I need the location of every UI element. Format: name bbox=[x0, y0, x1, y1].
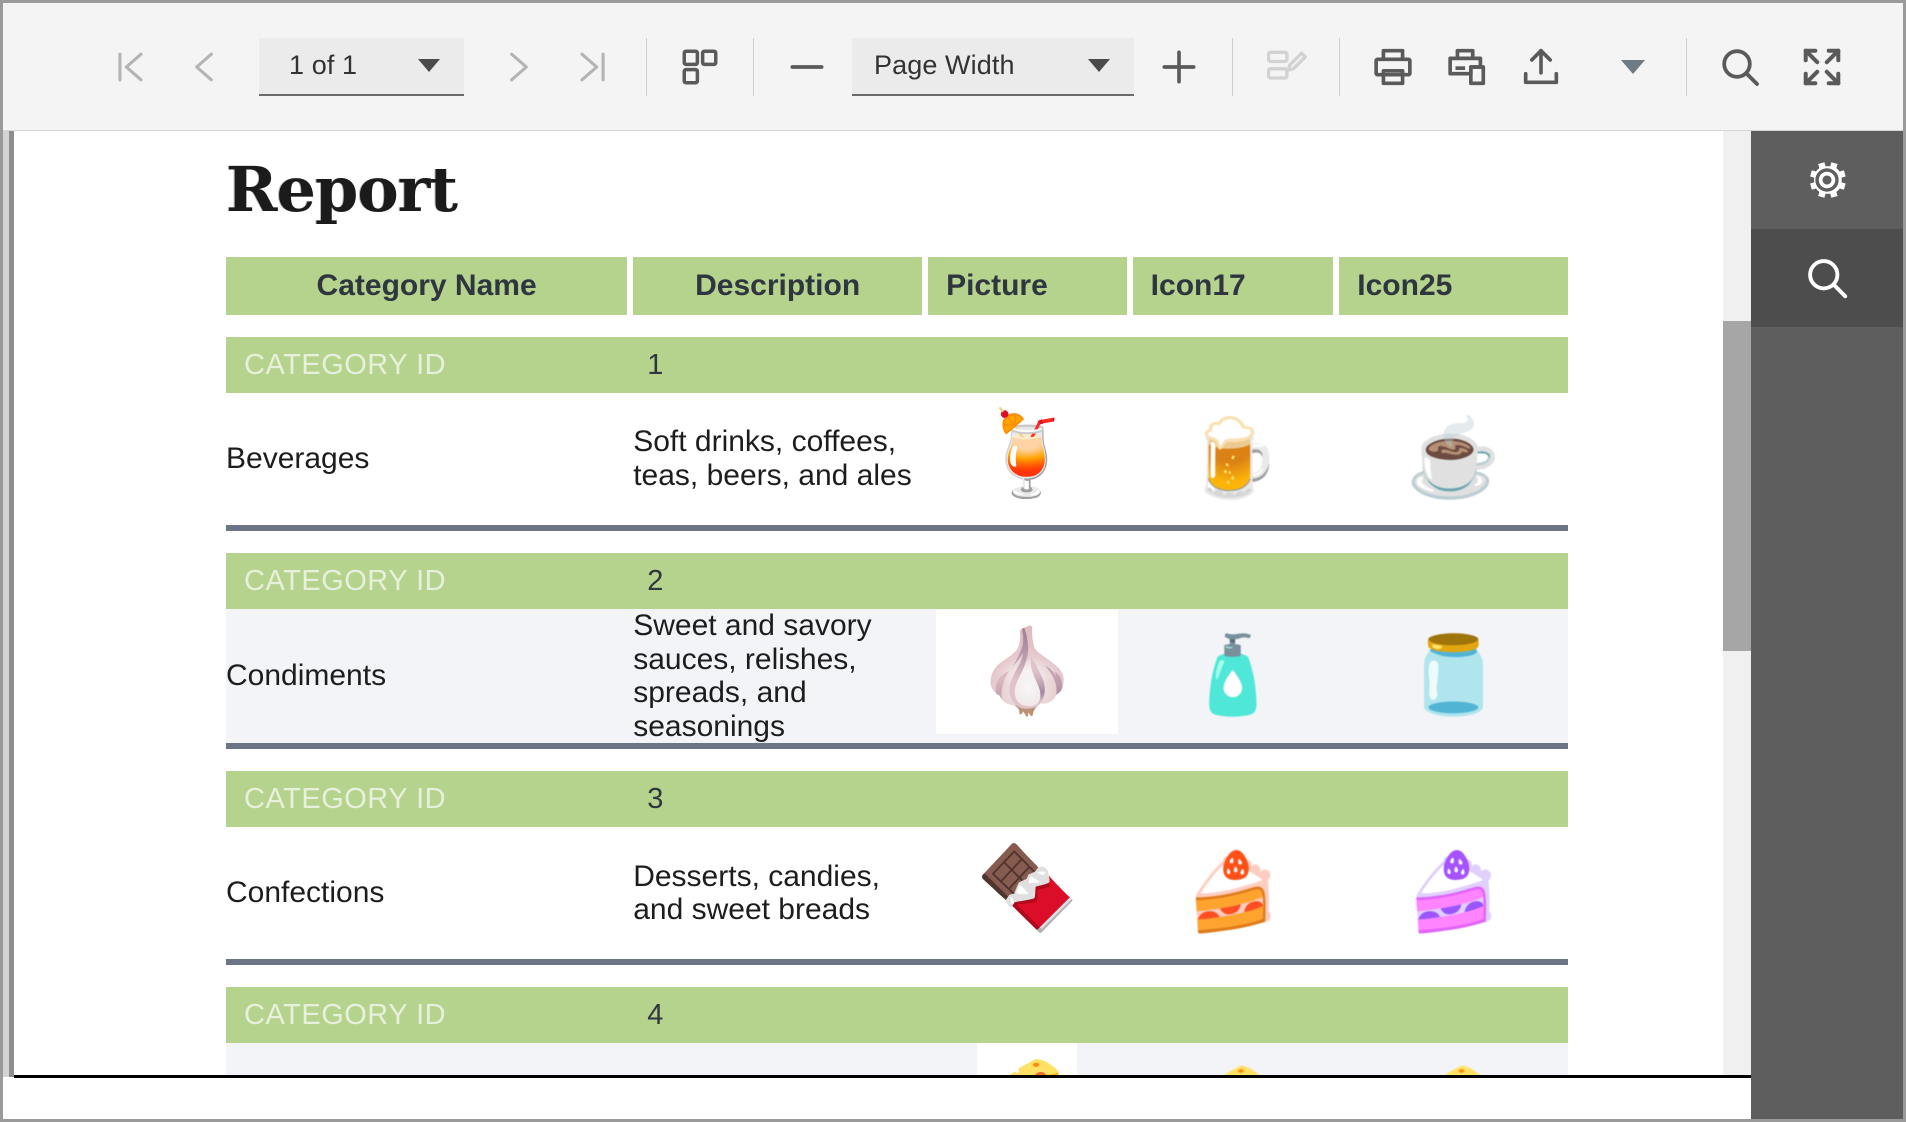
cell-category-name: Dairy Products bbox=[226, 1043, 628, 1077]
cell-icon25: ☕ bbox=[1339, 393, 1568, 525]
group-label: CATEGORY ID bbox=[226, 337, 628, 393]
right-sidebar bbox=[1751, 131, 1903, 1119]
cell-picture: 🍹 bbox=[928, 393, 1127, 525]
page-bottom-area bbox=[3, 1078, 1751, 1119]
mortar-pestle-photo: 🧄 bbox=[936, 610, 1119, 735]
cell-category-name: Condiments bbox=[226, 609, 628, 744]
cell-icon17: 🧴 bbox=[1132, 609, 1334, 744]
cell-category-name: Confections bbox=[226, 827, 628, 960]
column-header-icon17: Icon17 bbox=[1132, 257, 1334, 315]
document-viewport[interactable]: Report Category Name Description Picture… bbox=[14, 131, 1723, 1077]
group-row: CATEGORY ID 1 bbox=[226, 337, 1568, 393]
page-number-combobox[interactable]: 1 of 1 bbox=[259, 37, 464, 96]
print-page-button[interactable] bbox=[1430, 30, 1504, 104]
spice-rack-icon: 🫙 bbox=[1406, 633, 1501, 719]
truffles-glyph: 🍫 bbox=[976, 843, 1079, 935]
chevron-down-icon bbox=[1088, 59, 1110, 72]
group-label: CATEGORY ID bbox=[226, 987, 628, 1044]
cell-description: Desserts, candies, and sweet breads bbox=[633, 827, 923, 960]
cell-icon25: 🧀 bbox=[1339, 1043, 1568, 1077]
sidebar-item-parameters[interactable] bbox=[1751, 131, 1903, 229]
drinks-glyph: 🍹 bbox=[976, 409, 1079, 500]
group-label: CATEGORY ID bbox=[226, 771, 628, 828]
export-button[interactable] bbox=[1504, 30, 1578, 104]
toolbar: 1 of 1 Page Width bbox=[3, 3, 1903, 131]
cell-picture: 🧀 bbox=[928, 1043, 1127, 1077]
last-page-button[interactable] bbox=[556, 30, 630, 104]
report-table: Category Name Description Picture Icon17… bbox=[226, 257, 1568, 1077]
multipage-view-button[interactable] bbox=[663, 30, 737, 104]
fullscreen-button[interactable] bbox=[1785, 30, 1859, 104]
vertical-scrollbar[interactable] bbox=[1723, 131, 1751, 1077]
group-row: CATEGORY ID 3 bbox=[226, 771, 1568, 828]
previous-page-button[interactable] bbox=[167, 30, 241, 104]
group-row: CATEGORY ID 2 bbox=[226, 553, 1568, 609]
row-spacer bbox=[226, 965, 1568, 988]
chocolate-truffles-photo: 🍫 bbox=[936, 827, 1119, 952]
cell-description: Sweet and savory sauces, relishes, sprea… bbox=[633, 609, 923, 744]
cell-category-name: Beverages bbox=[226, 393, 628, 525]
toolbar-separator-5 bbox=[1686, 37, 1687, 96]
column-header-icon25: Icon25 bbox=[1339, 257, 1568, 315]
zoom-in-button[interactable] bbox=[1142, 30, 1216, 104]
toolbar-separator-2 bbox=[753, 37, 754, 96]
next-page-button[interactable] bbox=[482, 30, 556, 104]
chevron-down-icon bbox=[418, 59, 440, 72]
print-button[interactable] bbox=[1356, 30, 1430, 104]
group-value: 4 bbox=[633, 987, 923, 1044]
salt-shaker-icon: 🧴 bbox=[1185, 633, 1281, 719]
search-button[interactable] bbox=[1703, 30, 1777, 104]
cell-description: Cheeses bbox=[633, 1043, 923, 1077]
report-viewer-window: 1 of 1 Page Width Report Category Name D… bbox=[0, 0, 1906, 1122]
sidebar-item-search[interactable] bbox=[1751, 229, 1903, 327]
export-menu-button[interactable] bbox=[1596, 30, 1670, 104]
page-title: Report bbox=[226, 153, 458, 226]
report-content: Report Category Name Description Picture… bbox=[14, 131, 1723, 1077]
document-page: Report Category Name Description Picture… bbox=[14, 131, 1723, 1077]
viewer-body: Report Category Name Description Picture… bbox=[3, 131, 1903, 1119]
group-value: 1 bbox=[633, 337, 923, 393]
group-value: 2 bbox=[633, 553, 923, 609]
row-spacer bbox=[226, 749, 1568, 772]
group-row: CATEGORY ID 4 bbox=[226, 987, 1568, 1044]
first-page-button[interactable] bbox=[93, 30, 167, 104]
zoom-out-button[interactable] bbox=[770, 30, 844, 104]
beer-mug-icon: 🍺 bbox=[1185, 416, 1281, 501]
cell-icon25: 🍰 bbox=[1339, 827, 1568, 960]
cell-picture: 🍫 bbox=[928, 827, 1127, 960]
column-header-description: Description bbox=[633, 257, 923, 315]
cell-picture: 🧄 bbox=[928, 609, 1127, 744]
cell-icon17: 🍰 bbox=[1132, 827, 1334, 960]
cell-icon17: 🧀 bbox=[1132, 1043, 1334, 1077]
header-spacer-row bbox=[226, 315, 1568, 337]
page-number-value: 1 of 1 bbox=[289, 50, 358, 80]
chevron-down-icon bbox=[1621, 59, 1645, 74]
drinks-photo: 🍹 bbox=[936, 393, 1119, 517]
cell-icon17: 🍺 bbox=[1132, 393, 1334, 525]
group-label: CATEGORY ID bbox=[226, 553, 628, 609]
toolbar-separator-4 bbox=[1339, 37, 1340, 96]
group-value: 3 bbox=[633, 771, 923, 828]
column-header-category-name: Category Name bbox=[226, 257, 628, 315]
table-row[interactable]: Dairy Products Cheeses 🧀 🧀 bbox=[226, 1043, 1568, 1077]
table-row[interactable]: Condiments Sweet and savory sauces, reli… bbox=[226, 609, 1568, 744]
cake-slice-icon: 🍰 bbox=[1185, 850, 1281, 936]
mortar-glyph: 🧄 bbox=[976, 626, 1079, 718]
purple-cake-slice-icon: 🍰 bbox=[1406, 850, 1501, 936]
cell-description: Soft drinks, coffees, teas, beers, and a… bbox=[633, 393, 923, 525]
dairy-photo: 🧀 bbox=[977, 1043, 1078, 1077]
toolbar-separator bbox=[646, 37, 647, 96]
table-row[interactable]: Confections Desserts, candies, and sweet… bbox=[226, 827, 1568, 960]
scrollbar-thumb[interactable] bbox=[1723, 321, 1751, 651]
zoom-level-value: Page Width bbox=[874, 50, 1015, 80]
cell-icon25: 🫙 bbox=[1339, 609, 1568, 744]
column-header-picture: Picture bbox=[928, 257, 1127, 315]
zoom-level-combobox[interactable]: Page Width bbox=[852, 37, 1134, 96]
table-row[interactable]: Beverages Soft drinks, coffees, teas, be… bbox=[226, 393, 1568, 525]
edit-button[interactable] bbox=[1249, 30, 1323, 104]
table-header-row: Category Name Description Picture Icon17… bbox=[226, 257, 1568, 315]
coffee-cup-icon: ☕ bbox=[1406, 416, 1501, 501]
row-spacer bbox=[226, 531, 1568, 553]
toolbar-separator-3 bbox=[1232, 37, 1233, 96]
